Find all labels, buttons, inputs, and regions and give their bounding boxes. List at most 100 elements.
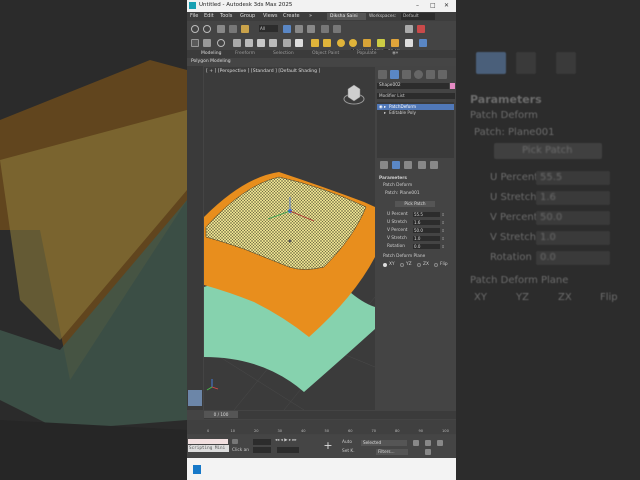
object-color-swatch[interactable]	[450, 83, 455, 89]
param-value-field[interactable]: 1.6	[413, 220, 440, 225]
tab-populate[interactable]: Populate	[357, 51, 377, 56]
material-icon[interactable]	[245, 39, 253, 47]
display-tab-icon[interactable]	[426, 70, 435, 79]
hierarchy-tab-icon[interactable]	[402, 70, 411, 79]
render-icon[interactable]	[417, 25, 425, 33]
status-icon[interactable]	[232, 439, 238, 444]
tab-object-paint[interactable]: Object Paint	[312, 51, 339, 56]
param-value-field[interactable]: 0.0	[413, 244, 440, 249]
scene-explorer-icon[interactable]	[419, 39, 427, 47]
timeline-ruler[interactable]: 0 10 20 30 40 50 60 70 80 90 100	[187, 420, 456, 434]
select-by-name-icon[interactable]	[295, 25, 303, 33]
selection-set-dropdown[interactable]: Selected	[361, 440, 407, 446]
time-slider-thumb[interactable]: 0 / 100	[204, 411, 238, 418]
menu-tools[interactable]: Tools	[220, 13, 232, 19]
menu-file[interactable]: File	[190, 13, 198, 19]
viewport-layout-icon[interactable]	[188, 390, 202, 406]
pin-stack-icon[interactable]	[380, 161, 388, 169]
modifier-list-dropdown[interactable]: Modifier List	[377, 93, 455, 99]
y-coord-field[interactable]	[253, 447, 271, 453]
auto-key-button[interactable]: Auto	[342, 440, 352, 445]
stack-item-editable-poly[interactable]: ▸ Editable Poly	[377, 110, 454, 116]
move-icon[interactable]	[321, 25, 329, 33]
ribbon-toggle-icon[interactable]: ◉▾	[392, 51, 398, 56]
orbit-icon[interactable]	[437, 440, 443, 446]
undo-icon[interactable]	[191, 25, 199, 33]
spinner-icon[interactable]: ⇕	[441, 244, 445, 249]
link-icon[interactable]	[217, 25, 225, 33]
bind-spacewarp-icon[interactable]	[241, 25, 249, 33]
light-lister-icon[interactable]	[377, 39, 385, 47]
unlink-icon[interactable]	[229, 25, 237, 33]
teapot-icon[interactable]	[233, 39, 241, 47]
x-coord-field[interactable]	[253, 439, 271, 445]
time-slider[interactable]: 0 / 100	[204, 411, 456, 419]
add-key-icon[interactable]: +	[321, 439, 335, 453]
tab-selection[interactable]: Selection	[273, 51, 294, 56]
maxscript-listener[interactable]	[188, 439, 228, 444]
star-icon[interactable]	[391, 39, 399, 47]
maxscript-mini-listener[interactable]: Scripting Mini	[188, 445, 229, 452]
plane-radio-xy[interactable]	[383, 263, 387, 267]
pan-icon[interactable]	[425, 440, 431, 446]
key-mode-icon[interactable]: ◂◂ ◂ ▶ ▸ ▸▸	[275, 438, 297, 443]
parameters-title[interactable]: Parameters	[379, 176, 407, 181]
polygon-modeling-panel[interactable]: Polygon Modeling	[187, 58, 456, 66]
configure-sets-icon[interactable]	[430, 161, 438, 169]
zoom-icon[interactable]	[413, 440, 419, 446]
pick-patch-button[interactable]: Pick Patch	[395, 201, 435, 207]
sunlight-icon[interactable]	[337, 39, 345, 47]
tab-freeform[interactable]: Freeform	[235, 51, 255, 56]
camera-icon[interactable]	[295, 39, 303, 47]
user-account[interactable]: Diksha Saini	[327, 13, 366, 20]
close-icon[interactable]: ✕	[444, 2, 449, 9]
rotate-icon[interactable]	[333, 25, 341, 33]
menu-edit[interactable]: Edit	[204, 13, 214, 19]
key-filters-button[interactable]: Filters...	[376, 449, 408, 455]
motion-tab-icon[interactable]	[414, 70, 423, 79]
menu-create[interactable]: Create	[283, 13, 300, 19]
set-key-button[interactable]: Set K.	[342, 449, 355, 454]
arnold-icon[interactable]	[363, 39, 371, 47]
box-icon[interactable]	[405, 39, 413, 47]
expand-arrow-icon[interactable]: ▸	[384, 110, 386, 116]
plane-radio-flip[interactable]	[434, 263, 438, 267]
light-icon[interactable]	[283, 39, 291, 47]
plane-radio-zx[interactable]	[417, 263, 421, 267]
modify-tab-icon[interactable]	[390, 70, 399, 79]
render-setup-icon[interactable]	[269, 39, 277, 47]
plane-radio-yz[interactable]	[400, 263, 404, 267]
make-unique-icon[interactable]	[404, 161, 412, 169]
create-tab-icon[interactable]	[378, 70, 387, 79]
menu-group[interactable]: Group	[240, 13, 255, 19]
minimize-icon[interactable]: –	[416, 2, 419, 9]
spinner-icon[interactable]: ⇕	[441, 212, 445, 217]
help-icon[interactable]	[217, 39, 225, 47]
angle-snap-icon[interactable]	[203, 39, 211, 47]
folder-icon[interactable]	[405, 25, 413, 33]
param-value-field[interactable]: 55.5	[413, 212, 440, 217]
show-end-result-icon[interactable]	[392, 161, 400, 169]
selection-filter[interactable]: All	[259, 25, 278, 32]
maximize-icon[interactable]: □	[430, 2, 436, 9]
sun-icon[interactable]	[311, 39, 319, 47]
perspective-viewport[interactable]: [ + ] [Perspective ] [Standard ] [Defaul…	[204, 67, 375, 410]
sky-icon[interactable]	[323, 39, 331, 47]
taskbar-app-icon[interactable]	[193, 465, 201, 474]
object-name-field[interactable]: Shape002	[377, 83, 449, 89]
select-object-icon[interactable]	[283, 25, 291, 33]
spinner-icon[interactable]: ⇕	[441, 236, 445, 241]
utilities-tab-icon[interactable]	[438, 70, 447, 79]
daylight-icon[interactable]	[349, 39, 357, 47]
workspace-select[interactable]: Default	[401, 13, 435, 20]
spinner-icon[interactable]: ⇕	[441, 220, 445, 225]
menu-more-icon[interactable]: »	[309, 13, 312, 19]
environment-icon[interactable]	[257, 39, 265, 47]
rect-select-icon[interactable]	[307, 25, 315, 33]
spinner-icon[interactable]: ⇕	[441, 228, 445, 233]
param-value-field[interactable]: 50.0	[413, 228, 440, 233]
param-value-field[interactable]: 1.0	[413, 236, 440, 241]
redo-icon[interactable]	[203, 25, 211, 33]
remove-modifier-icon[interactable]	[418, 161, 426, 169]
maximize-viewport-icon[interactable]	[425, 449, 431, 455]
